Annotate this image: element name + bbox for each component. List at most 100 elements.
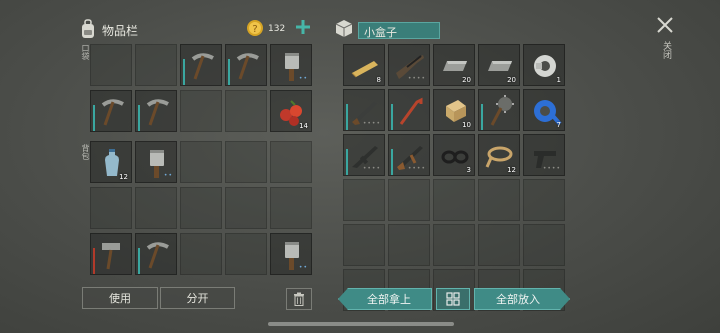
durability-bar — [346, 149, 348, 175]
box-slot-crowbar[interactable] — [388, 89, 430, 131]
box-empty-slot[interactable] — [433, 179, 475, 221]
box-empty-slot[interactable] — [478, 179, 520, 221]
trash-icon — [294, 292, 304, 306]
quality-dots: •••• — [407, 75, 426, 82]
box-empty-slot[interactable] — [478, 224, 520, 266]
quality-dots: •• — [298, 75, 308, 82]
inventory-empty-slot[interactable] — [225, 90, 267, 132]
box-slot-iron-ingot[interactable]: 20 — [433, 44, 475, 86]
inventory-empty-slot[interactable] — [180, 90, 222, 132]
inventory-empty-slot[interactable] — [135, 187, 177, 229]
box-slot-wood-plank[interactable]: 8 — [343, 44, 385, 86]
pickaxe-icon — [146, 242, 169, 269]
take-all-button[interactable]: 全部拿上 — [338, 288, 432, 310]
put-all-button[interactable]: 全部放入 — [474, 288, 570, 310]
inventory-slot-pickaxe[interactable] — [90, 90, 132, 132]
inventory-slot-water-bottle[interactable]: 12 — [90, 141, 132, 183]
quality-dots: •••• — [362, 165, 381, 172]
sort-button[interactable] — [436, 288, 470, 310]
box-slot-ak-rifle[interactable]: •••• — [388, 134, 430, 176]
pickaxe-icon — [236, 53, 259, 80]
inventory-empty-slot[interactable] — [180, 187, 222, 229]
item-count: 7 — [556, 121, 561, 129]
box-slot-rifle[interactable]: •••• — [343, 89, 385, 131]
box-slot-rope[interactable]: 12 — [478, 134, 520, 176]
quality-dots: •• — [298, 264, 308, 271]
inventory-empty-slot[interactable] — [180, 233, 222, 275]
sort-grid-icon — [446, 292, 460, 306]
inventory-slot-cleaver[interactable]: •• — [135, 141, 177, 183]
inventory-empty-slot[interactable] — [225, 141, 267, 183]
inventory-empty-slot[interactable] — [225, 233, 267, 275]
inventory-empty-slot[interactable] — [225, 187, 267, 229]
hammer-icon — [102, 243, 120, 270]
spiked-club-icon — [490, 95, 514, 126]
pickaxe-icon — [191, 53, 214, 80]
item-count: 20 — [462, 76, 471, 84]
box-empty-slot[interactable] — [388, 179, 430, 221]
box-slot-shotgun[interactable]: •••• — [388, 44, 430, 86]
inventory-empty-slot[interactable] — [270, 141, 312, 183]
durability-bar — [93, 248, 95, 274]
inventory-empty-slot[interactable] — [135, 44, 177, 86]
box-title: 小盒子 — [364, 26, 397, 39]
item-count: 12 — [507, 166, 516, 174]
inventory-slot-cleaver[interactable]: •• — [270, 44, 312, 86]
box-empty-slot[interactable] — [433, 224, 475, 266]
inventory-slot-berries[interactable]: 14 — [270, 90, 312, 132]
box-empty-slot[interactable] — [343, 179, 385, 221]
box-empty-slot[interactable] — [343, 224, 385, 266]
box-slot-assault-rifle[interactable]: •••• — [343, 134, 385, 176]
inventory-slot-hammer[interactable] — [90, 233, 132, 275]
item-count: 8 — [376, 76, 381, 84]
svg-text:?: ? — [252, 24, 257, 35]
item-count: 1 — [556, 76, 561, 84]
inventory-empty-slot[interactable] — [90, 44, 132, 86]
box-icon — [333, 17, 355, 39]
inventory-slot-pickaxe[interactable] — [135, 233, 177, 275]
inventory-empty-slot[interactable] — [270, 187, 312, 229]
box-slot-pistol[interactable]: •••• — [523, 134, 565, 176]
close-button[interactable]: 关闭 — [655, 15, 675, 75]
close-icon — [657, 17, 673, 33]
pickaxe-icon — [101, 99, 124, 126]
box-slot-wire[interactable]: 3 — [433, 134, 475, 176]
put-all-label: 全部放入 — [496, 293, 540, 306]
inventory-title: 物品栏 — [102, 24, 139, 38]
durability-bar — [183, 59, 185, 85]
item-count: 14 — [299, 122, 308, 130]
quality-dots: •••• — [362, 120, 381, 127]
inventory-empty-slot[interactable] — [90, 187, 132, 229]
durability-bar — [481, 104, 483, 130]
box-slot-iron-ingot[interactable]: 20 — [478, 44, 520, 86]
inventory-slot-cleaver[interactable]: •• — [270, 233, 312, 275]
add-coins-button[interactable] — [294, 18, 312, 36]
durability-bar — [138, 105, 140, 131]
box-slot-spiked-club[interactable] — [478, 89, 520, 131]
quality-dots: •••• — [542, 165, 561, 172]
durability-bar — [138, 248, 140, 274]
item-count: 10 — [462, 121, 471, 129]
box-slot-blue-tape[interactable]: 7 — [523, 89, 565, 131]
item-count: 20 — [507, 76, 516, 84]
crowbar-icon — [399, 97, 423, 125]
backpack-icon — [80, 19, 96, 39]
inventory-slot-pickaxe[interactable] — [180, 44, 222, 86]
inventory-slot-pickaxe[interactable] — [135, 90, 177, 132]
durability-bar — [228, 59, 230, 85]
trash-button[interactable] — [286, 288, 312, 310]
box-slot-duct-tape-roll[interactable]: 1 — [523, 44, 565, 86]
box-slot-wood-block[interactable]: 10 — [433, 89, 475, 131]
coin-icon: ? — [246, 19, 264, 37]
split-button[interactable]: 分开 — [160, 287, 235, 309]
durability-bar — [391, 104, 393, 130]
item-count: 12 — [119, 173, 128, 181]
inventory-empty-slot[interactable] — [180, 141, 222, 183]
box-empty-slot[interactable] — [388, 224, 430, 266]
box-empty-slot[interactable] — [523, 179, 565, 221]
durability-bar — [346, 104, 348, 130]
inventory-slot-pickaxe[interactable] — [225, 44, 267, 86]
box-empty-slot[interactable] — [523, 224, 565, 266]
quality-dots: •• — [163, 172, 173, 179]
use-button[interactable]: 使用 — [82, 287, 158, 309]
